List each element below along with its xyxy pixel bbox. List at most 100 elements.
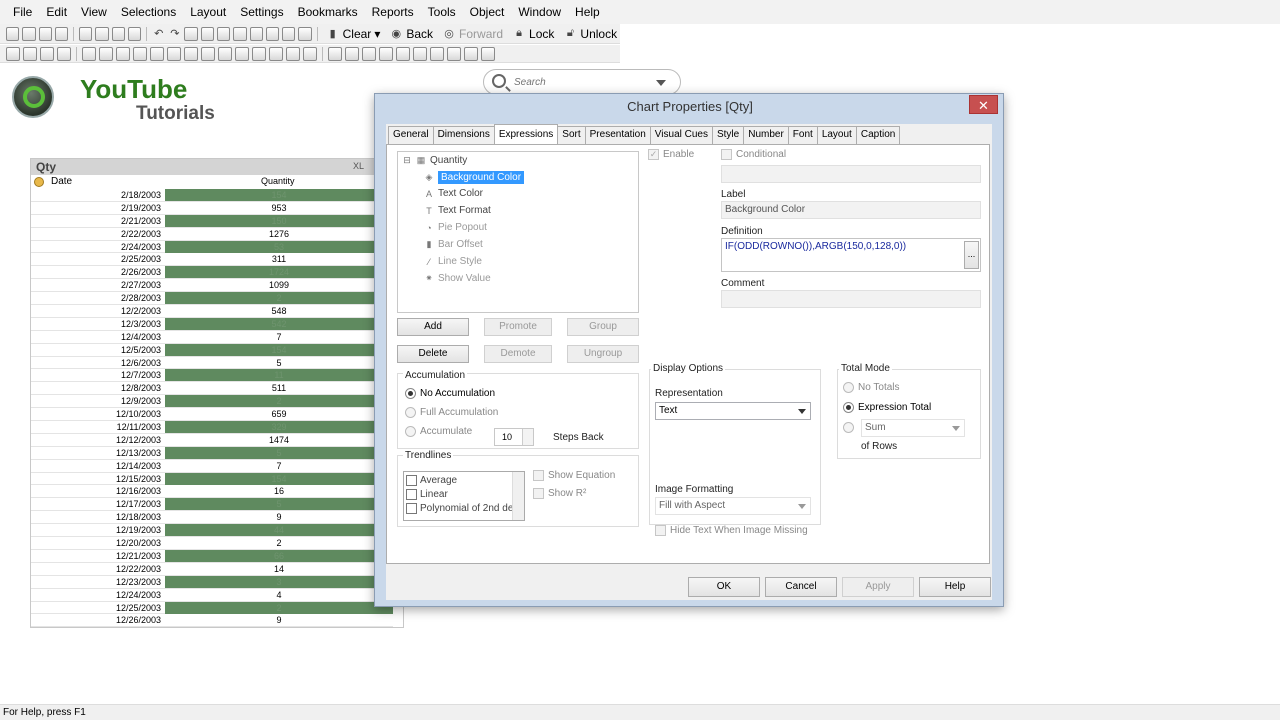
tab-caption[interactable]: Caption — [855, 126, 901, 144]
date-cell[interactable]: 12/26/2003 — [31, 614, 163, 626]
menu-help[interactable]: Help — [568, 0, 607, 24]
table-row[interactable]: 12/25/2003 2 — [31, 601, 393, 615]
date-cell[interactable]: 12/16/2003 — [31, 485, 163, 497]
date-cell[interactable]: 2/27/2003 — [31, 279, 163, 291]
table-row[interactable]: 12/21/2003 66 — [31, 549, 393, 563]
bookmark-icon[interactable] — [249, 26, 263, 41]
table-row[interactable]: 12/12/2003 1474 — [31, 434, 393, 447]
new-icon[interactable] — [6, 26, 20, 41]
current-selections-icon[interactable] — [167, 46, 181, 61]
date-cell[interactable]: 12/14/2003 — [31, 460, 163, 472]
search-input[interactable] — [514, 75, 644, 89]
date-cell[interactable]: 12/19/2003 — [31, 524, 163, 536]
date-cell[interactable]: 2/26/2003 — [31, 266, 163, 278]
table-row[interactable]: 12/19/2003 44 — [31, 524, 393, 538]
tab-layout[interactable]: Layout — [816, 126, 857, 144]
date-cell[interactable]: 12/8/2003 — [31, 382, 163, 394]
date-cell[interactable]: 12/22/2003 — [31, 563, 163, 575]
date-cell[interactable]: 12/4/2003 — [31, 331, 163, 343]
slider-object-icon[interactable] — [235, 46, 249, 61]
paste-icon[interactable] — [127, 26, 142, 41]
table-row[interactable]: 12/13/2003 5 — [31, 446, 393, 460]
date-cell[interactable]: 2/25/2003 — [31, 253, 163, 265]
hide-text-checkbox[interactable]: Hide Text When Image Missing — [655, 525, 808, 536]
design-tool-icon[interactable] — [6, 46, 20, 61]
table-row[interactable]: 12/23/2003 3 — [31, 575, 393, 589]
table-row[interactable]: 12/18/2003 9 — [31, 511, 393, 525]
chart-icon[interactable] — [133, 46, 147, 61]
table-row[interactable]: 12/10/2003 659 — [31, 408, 393, 422]
sum-select[interactable]: Sum — [861, 419, 965, 437]
layout-tool-icon[interactable] — [447, 46, 461, 61]
chevron-down-icon[interactable] — [656, 80, 666, 86]
tab-number[interactable]: Number — [743, 126, 789, 144]
cut-icon[interactable] — [95, 26, 109, 41]
trendline-polynomial[interactable]: Polynomial of 2nd de — [406, 503, 513, 514]
table-row[interactable]: 12/15/2003 154 — [31, 472, 393, 486]
statistics-box-icon[interactable] — [252, 46, 266, 61]
tree-node-quantity[interactable]: ⊟ ▦ Quantity — [402, 155, 467, 166]
menu-edit[interactable]: Edit — [39, 0, 74, 24]
qty-chart-object[interactable]: Qty XL Date Quantity 2/18/2003 154 2/19/20… — [30, 158, 404, 628]
help-button[interactable]: Help — [919, 577, 991, 597]
space-horizontal-icon[interactable] — [413, 46, 427, 61]
print-icon[interactable] — [79, 26, 93, 41]
spinner-arrows-icon[interactable] — [522, 429, 533, 445]
date-cell[interactable]: 2/18/2003 — [31, 189, 163, 201]
date-cell[interactable]: 12/2/2003 — [31, 305, 163, 317]
open-icon[interactable] — [22, 26, 36, 41]
table-row[interactable]: 12/22/2003 14 — [31, 563, 393, 576]
edit-expression-button[interactable]: ... — [964, 241, 979, 269]
no-totals-radio[interactable]: No Totals — [843, 382, 900, 393]
date-cell[interactable]: 12/7/2003 — [31, 369, 163, 381]
menu-bookmarks[interactable]: Bookmarks — [291, 0, 365, 24]
table-row[interactable]: 12/26/2003 9 — [31, 614, 393, 628]
back-button[interactable]: ◉ Back — [386, 27, 436, 41]
date-cell[interactable]: 12/5/2003 — [31, 344, 163, 356]
table-row[interactable]: 12/11/2003 329 — [31, 421, 393, 434]
table-row[interactable]: 12/7/2003 11 — [31, 369, 393, 383]
steps-back-stepper[interactable]: 10 — [494, 428, 534, 446]
date-cell[interactable]: 2/24/2003 — [31, 241, 163, 253]
layout-tool-icon[interactable] — [464, 46, 478, 61]
tab-font[interactable]: Font — [787, 126, 818, 144]
table-row[interactable]: 12/17/2003 5 — [31, 498, 393, 512]
table-row[interactable]: 12/6/2003 5 — [31, 357, 393, 370]
tree-node-background-color[interactable]: ◈ Background Color — [424, 171, 525, 184]
sort-icon[interactable] — [34, 177, 44, 187]
unlock-button[interactable]: 🔓︎ Unlock — [560, 27, 620, 41]
tab-style[interactable]: Style — [711, 126, 745, 144]
column-header-date[interactable]: Date — [51, 176, 72, 187]
design-tool-icon[interactable] — [57, 46, 71, 61]
date-cell[interactable]: 2/28/2003 — [31, 292, 163, 304]
edit-script-icon[interactable] — [200, 26, 214, 41]
table-row[interactable]: 2/26/2003 1724 — [31, 266, 393, 280]
sum-radio[interactable] — [843, 422, 854, 433]
layout-tool-icon[interactable] — [481, 46, 495, 61]
save-icon[interactable] — [54, 26, 69, 41]
design-tool-icon[interactable] — [40, 46, 54, 61]
date-cell[interactable]: 2/22/2003 — [31, 228, 163, 240]
align-center-icon[interactable] — [345, 46, 359, 61]
date-cell[interactable]: 12/9/2003 — [31, 395, 163, 407]
date-cell[interactable]: 12/13/2003 — [31, 447, 163, 459]
tree-node-pie-popout[interactable]: ◔ Pie Popout — [424, 222, 487, 233]
table-row[interactable]: 12/16/2003 16 — [31, 485, 393, 499]
trendlines-scrollbar[interactable] — [512, 472, 524, 520]
date-cell[interactable]: 12/18/2003 — [31, 511, 163, 523]
table-row[interactable]: 2/21/2003 150 — [31, 214, 393, 228]
trendline-linear[interactable]: Linear — [406, 489, 448, 500]
find-icon[interactable] — [184, 26, 198, 41]
ok-button[interactable]: OK — [688, 577, 760, 597]
table-row[interactable]: 12/14/2003 7 — [31, 460, 393, 473]
align-right-icon[interactable] — [362, 46, 376, 61]
tree-node-line-style[interactable]: ⁄ Line Style — [424, 256, 482, 267]
date-cell[interactable]: 2/21/2003 — [31, 215, 163, 227]
date-cell[interactable]: 12/6/2003 — [31, 357, 163, 369]
table-row[interactable]: 12/4/2003 7 — [31, 331, 393, 344]
help-icon[interactable] — [298, 26, 312, 41]
date-cell[interactable]: 12/24/2003 — [31, 589, 163, 601]
group-button[interactable]: Group — [567, 318, 639, 336]
menu-view[interactable]: View — [74, 0, 114, 24]
tree-node-text-format[interactable]: T Text Format — [424, 205, 491, 216]
